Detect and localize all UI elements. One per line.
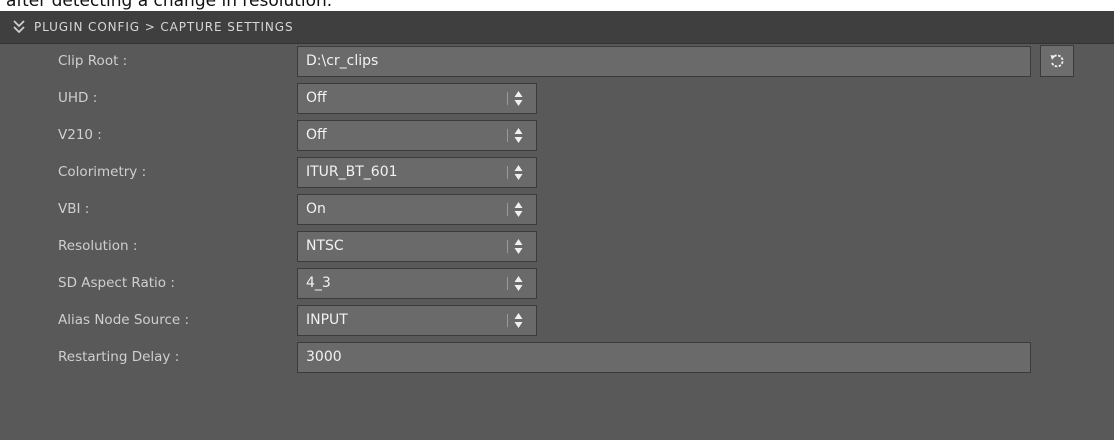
sd-aspect-ratio-label: SD Aspect Ratio : bbox=[58, 275, 175, 291]
v210-select[interactable]: Off bbox=[297, 120, 537, 151]
select-divider bbox=[507, 129, 508, 142]
alias-node-source-label: Alias Node Source : bbox=[58, 312, 190, 328]
double-chevron-down-icon[interactable] bbox=[12, 19, 26, 35]
resolution-value: NTSC bbox=[306, 238, 344, 254]
alias-node-source-row: Alias Node Source : INPUT bbox=[0, 303, 1114, 339]
select-divider bbox=[507, 166, 508, 179]
colorimetry-label: Colorimetry : bbox=[58, 164, 147, 180]
colorimetry-row: Colorimetry : ITUR_BT_601 bbox=[0, 155, 1114, 191]
select-divider bbox=[507, 314, 508, 327]
v210-row: V210 : Off bbox=[0, 118, 1114, 154]
colorimetry-value: ITUR_BT_601 bbox=[306, 164, 398, 180]
up-down-arrows-icon bbox=[514, 91, 523, 106]
up-down-arrows-icon bbox=[514, 276, 523, 291]
refresh-button[interactable] bbox=[1040, 45, 1074, 77]
vbi-label: VBI : bbox=[58, 201, 90, 217]
uhd-row: UHD : Off bbox=[0, 81, 1114, 117]
v210-value: Off bbox=[306, 127, 327, 143]
restarting-delay-row: Restarting Delay : 3000 bbox=[0, 340, 1114, 376]
restarting-delay-input[interactable]: 3000 bbox=[297, 342, 1031, 373]
resolution-select[interactable]: NTSC bbox=[297, 231, 537, 262]
colorimetry-select[interactable]: ITUR_BT_601 bbox=[297, 157, 537, 188]
capture-settings-panel: PLUGIN CONFIG > CAPTURE SETTINGS Clip Ro… bbox=[0, 11, 1114, 440]
up-down-arrows-icon bbox=[514, 313, 523, 328]
up-down-arrows-icon bbox=[514, 165, 523, 180]
resolution-label: Resolution : bbox=[58, 238, 138, 254]
alias-node-source-select[interactable]: INPUT bbox=[297, 305, 537, 336]
vbi-value: On bbox=[306, 201, 326, 217]
select-divider bbox=[507, 92, 508, 105]
clip-root-label: Clip Root : bbox=[58, 53, 128, 69]
up-down-arrows-icon bbox=[514, 239, 523, 254]
sd-aspect-ratio-value: 4_3 bbox=[306, 275, 331, 291]
panel-header[interactable]: PLUGIN CONFIG > CAPTURE SETTINGS bbox=[0, 11, 1114, 44]
alias-node-source-value: INPUT bbox=[306, 312, 348, 328]
refresh-icon bbox=[1050, 54, 1064, 68]
up-down-arrows-icon bbox=[514, 128, 523, 143]
restarting-delay-label: Restarting Delay : bbox=[58, 349, 180, 365]
clip-root-value: D:\cr_clips bbox=[306, 53, 379, 69]
vbi-select[interactable]: On bbox=[297, 194, 537, 225]
sd-aspect-ratio-row: SD Aspect Ratio : 4_3 bbox=[0, 266, 1114, 302]
v210-label: V210 : bbox=[58, 127, 102, 143]
clip-root-row: Clip Root : D:\cr_clips bbox=[0, 44, 1114, 80]
uhd-select[interactable]: Off bbox=[297, 83, 537, 114]
uhd-label: UHD : bbox=[58, 90, 98, 106]
restarting-delay-value: 3000 bbox=[306, 349, 342, 365]
resolution-row: Resolution : NTSC bbox=[0, 229, 1114, 265]
up-down-arrows-icon bbox=[514, 202, 523, 217]
breadcrumb: PLUGIN CONFIG > CAPTURE SETTINGS bbox=[34, 20, 294, 34]
caption-text: after detecting a change in resolution. bbox=[6, 0, 333, 11]
select-divider bbox=[507, 277, 508, 290]
sd-aspect-ratio-select[interactable]: 4_3 bbox=[297, 268, 537, 299]
select-divider bbox=[507, 240, 508, 253]
uhd-value: Off bbox=[306, 90, 327, 106]
vbi-row: VBI : On bbox=[0, 192, 1114, 228]
clip-root-input[interactable]: D:\cr_clips bbox=[297, 46, 1031, 77]
select-divider bbox=[507, 203, 508, 216]
